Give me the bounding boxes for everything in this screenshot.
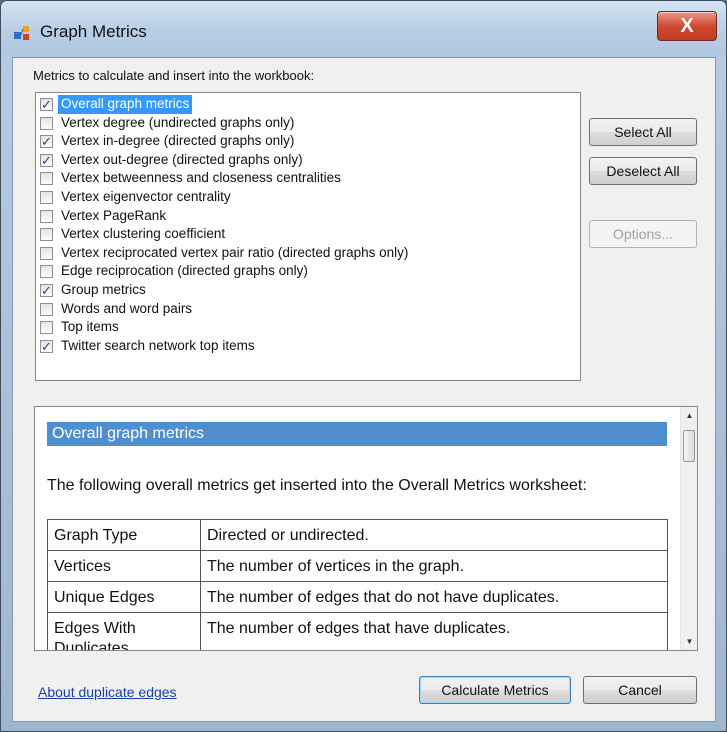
metric-desc-cell: The number of edges that do not have dup… (200, 581, 668, 613)
checkmark-icon: ✓ (41, 283, 52, 298)
graph-metrics-dialog: Graph Metrics X Metrics to calculate and… (0, 0, 727, 732)
metric-label: Vertex PageRank (61, 207, 167, 223)
table-row: Edges With Duplicates The number of edges… (47, 612, 668, 650)
description-intro: The following overall metrics get insert… (47, 477, 587, 494)
about-duplicate-edges-link[interactable]: About duplicate edges (38, 684, 177, 700)
description-heading: Overall graph metrics (47, 422, 667, 446)
metric-item[interactable]: Top items (38, 318, 566, 337)
metric-checkbox[interactable]: ✓ (40, 152, 53, 168)
metric-label: Top items (61, 319, 119, 335)
metric-label: Words and word pairs (61, 300, 193, 316)
metric-name-cell: Vertices (47, 550, 201, 582)
metric-checkbox[interactable] (40, 209, 53, 223)
checkmark-icon: ✓ (41, 152, 52, 168)
metric-item[interactable]: ✓ Group metrics (38, 281, 566, 300)
metric-checkbox[interactable]: ✓ (40, 134, 53, 150)
metric-item[interactable]: Vertex betweenness and closeness central… (38, 169, 566, 188)
metric-checkbox[interactable] (40, 116, 53, 130)
metrics-description-table: Graph Type Directed or undirected. Vertice… (47, 519, 668, 650)
metric-label: Vertex degree (undirected graphs only) (61, 114, 295, 130)
metric-checkbox[interactable] (40, 265, 53, 279)
metric-item[interactable]: Words and word pairs (38, 300, 566, 319)
metric-label: Vertex clustering coefficient (61, 226, 226, 242)
metrics-checklist[interactable]: ✓ Overall graph metrics Vertex degree (und… (35, 92, 581, 381)
metric-item[interactable]: ✓ Overall graph metrics (38, 95, 566, 114)
metric-item[interactable]: Vertex eigenvector centrality (38, 188, 566, 207)
metric-label: Vertex reciprocated vertex pair ratio (d… (61, 244, 409, 260)
metric-checkbox[interactable] (40, 228, 53, 242)
checkmark-icon: ✓ (41, 97, 52, 112)
metric-checkbox[interactable]: ✓ (40, 98, 53, 111)
metric-label: Vertex in-degree (directed graphs only) (61, 133, 295, 149)
dialog-body: Metrics to calculate and insert into the… (12, 57, 716, 722)
scroll-thumb[interactable] (683, 430, 695, 462)
metric-checkbox[interactable] (40, 246, 53, 260)
metric-item[interactable]: Vertex PageRank (38, 207, 566, 226)
metric-item[interactable]: ✓ Twitter search network top items (38, 337, 566, 356)
metric-label: Vertex betweenness and closeness central… (61, 170, 341, 186)
metric-checkbox[interactable] (40, 191, 53, 204)
metrics-list-label: Metrics to calculate and insert into the… (33, 68, 315, 83)
metric-desc-cell: The number of vertices in the graph. (200, 550, 668, 582)
metric-item[interactable]: ✓ Vertex in-degree (directed graphs only) (38, 132, 566, 151)
close-button[interactable]: X (657, 11, 717, 41)
table-row: Vertices The number of vertices in the gr… (47, 550, 668, 582)
metric-checkbox[interactable] (40, 172, 53, 186)
metric-item[interactable]: Vertex reciprocated vertex pair ratio (d… (38, 244, 566, 263)
app-icon (14, 26, 29, 40)
metric-label: Overall graph metrics (58, 95, 193, 114)
table-row: Unique Edges The number of edges that do … (47, 581, 668, 613)
metric-label: Vertex eigenvector centrality (61, 189, 231, 204)
metric-label: Twitter search network top items (61, 337, 255, 353)
cancel-button[interactable]: Cancel (583, 676, 697, 704)
window-title: Graph Metrics (40, 22, 147, 41)
checkmark-icon: ✓ (41, 338, 52, 354)
metric-label: Vertex out-degree (directed graphs only) (61, 151, 303, 167)
metric-item[interactable]: ✓ Vertex out-degree (directed graphs only… (38, 151, 566, 170)
metric-checkbox[interactable] (40, 321, 53, 335)
close-icon: X (680, 15, 694, 37)
metric-label: Group metrics (61, 282, 146, 297)
calculate-metrics-button[interactable]: Calculate Metrics (419, 676, 571, 704)
metric-name-cell: Graph Type (47, 519, 201, 551)
select-all-button[interactable]: Select All (589, 118, 697, 146)
scroll-down-icon[interactable]: ▼ (681, 633, 697, 650)
metric-name-cell: Unique Edges (47, 581, 201, 613)
description-scrollbar[interactable]: ▲ ▼ (680, 407, 697, 650)
metric-desc-cell: The number of edges that have duplicates… (200, 612, 668, 650)
options-button[interactable]: Options... (589, 220, 697, 248)
metric-item[interactable]: Edge reciprocation (directed graphs only… (38, 262, 566, 281)
metric-checkbox[interactable] (40, 302, 53, 316)
checkmark-icon: ✓ (41, 134, 52, 150)
metric-item[interactable]: Vertex clustering coefficient (38, 225, 566, 244)
scroll-up-icon[interactable]: ▲ (681, 407, 697, 424)
table-row: Graph Type Directed or undirected. (47, 519, 668, 551)
metric-name-cell: Edges With Duplicates (47, 612, 201, 650)
deselect-all-button[interactable]: Deselect All (589, 157, 697, 185)
metric-description-pane[interactable]: Overall graph metrics The following over… (34, 406, 698, 651)
metric-desc-cell: Directed or undirected. (200, 519, 668, 551)
title-bar[interactable]: Graph Metrics X (1, 1, 726, 57)
metric-checkbox[interactable]: ✓ (40, 338, 53, 354)
metric-checkbox[interactable]: ✓ (40, 284, 53, 297)
metric-label: Edge reciprocation (directed graphs only… (61, 263, 308, 279)
metric-item[interactable]: Vertex degree (undirected graphs only) (38, 114, 566, 133)
